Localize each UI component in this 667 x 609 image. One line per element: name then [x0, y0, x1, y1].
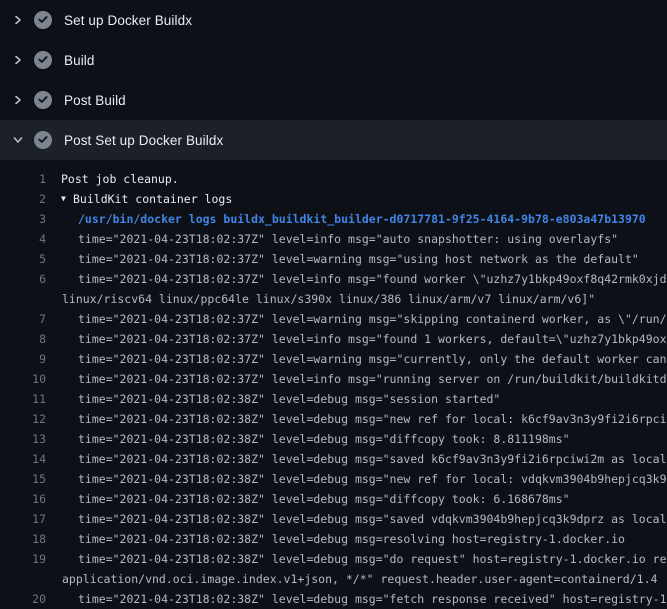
line-number[interactable]: 3	[0, 209, 46, 229]
log-row: 7 time="2021-04-23T18:02:37Z" level=warni…	[0, 309, 667, 329]
log-row: 14 time="2021-04-23T18:02:38Z" level=debu…	[0, 449, 667, 469]
log-text: linux/riscv64 linux/ppc64le linux/s390x …	[62, 289, 595, 309]
log-command-text: /usr/bin/docker logs buildx_buildkit_bui…	[78, 209, 646, 229]
line-number[interactable]: 6	[0, 269, 46, 289]
line-number[interactable]: 5	[0, 249, 46, 269]
section-row-set-up-docker-buildx[interactable]: Set up Docker Buildx	[0, 0, 667, 40]
log-row: 18 time="2021-04-23T18:02:38Z" level=debu…	[0, 529, 667, 549]
log-row: 17 time="2021-04-23T18:02:38Z" level=debu…	[0, 509, 667, 529]
section-row-build[interactable]: Build	[0, 40, 667, 80]
line-number[interactable]: 18	[0, 529, 46, 549]
line-number[interactable]: 7	[0, 309, 46, 329]
log-text: time="2021-04-23T18:02:37Z" level=warnin…	[78, 309, 667, 329]
log-text: Post job cleanup.	[61, 169, 179, 189]
line-number[interactable]: 8	[0, 329, 46, 349]
log-text: time="2021-04-23T18:02:37Z" level=info m…	[78, 229, 618, 249]
line-number[interactable]: 11	[0, 389, 46, 409]
section-label: Post Set up Docker Buildx	[64, 133, 223, 148]
log-row: 1 Post job cleanup.	[0, 169, 667, 189]
log-row: 10 time="2021-04-23T18:02:37Z" level=info…	[0, 369, 667, 389]
line-number[interactable]: 10	[0, 369, 46, 389]
log-text: time="2021-04-23T18:02:38Z" level=debug …	[78, 449, 667, 469]
log-text: time="2021-04-23T18:02:38Z" level=debug …	[78, 389, 500, 409]
log-text: time="2021-04-23T18:02:38Z" level=debug …	[78, 509, 667, 529]
log-text: time="2021-04-23T18:02:37Z" level=info m…	[78, 369, 667, 389]
line-number[interactable]: 12	[0, 409, 46, 429]
check-circle-icon	[34, 91, 52, 109]
log-text: application/vnd.oci.image.index.v1+json,…	[62, 569, 657, 589]
log-row: 4 time="2021-04-23T18:02:37Z" level=info …	[0, 229, 667, 249]
line-number[interactable]: 9	[0, 349, 46, 369]
log-row: 19 time="2021-04-23T18:02:38Z" level=debu…	[0, 549, 667, 569]
log-row: 12 time="2021-04-23T18:02:38Z" level=debu…	[0, 409, 667, 429]
line-number[interactable]: 1	[0, 169, 46, 189]
line-number[interactable]: 2	[0, 189, 46, 209]
line-number	[0, 569, 46, 589]
log-row: application/vnd.oci.image.index.v1+json,…	[0, 569, 667, 589]
line-number[interactable]: 4	[0, 229, 46, 249]
line-number[interactable]: 15	[0, 469, 46, 489]
line-number	[0, 289, 46, 309]
section-label: Set up Docker Buildx	[64, 13, 192, 28]
log-text: time="2021-04-23T18:02:38Z" level=debug …	[78, 489, 570, 509]
log-text: time="2021-04-23T18:02:37Z" level=info m…	[78, 329, 667, 349]
section-label: Build	[64, 53, 95, 68]
log-row: 5 time="2021-04-23T18:02:37Z" level=warni…	[0, 249, 667, 269]
check-circle-icon	[34, 131, 52, 149]
group-toggle-icon[interactable]: ▼	[61, 189, 73, 209]
log-row: 3/usr/bin/docker logs buildx_buildkit_bu…	[0, 209, 667, 229]
log-row: 15 time="2021-04-23T18:02:38Z" level=debu…	[0, 469, 667, 489]
log-text: time="2021-04-23T18:02:38Z" level=debug …	[78, 529, 625, 549]
section-row-post-set-up-docker-buildx[interactable]: Post Set up Docker Buildx	[0, 120, 667, 160]
log-row: 13 time="2021-04-23T18:02:38Z" level=debu…	[0, 429, 667, 449]
log-row: 11 time="2021-04-23T18:02:38Z" level=debu…	[0, 389, 667, 409]
log-text: time="2021-04-23T18:02:38Z" level=debug …	[78, 469, 667, 489]
log-text: time="2021-04-23T18:02:38Z" level=debug …	[78, 429, 570, 449]
log-row: 9 time="2021-04-23T18:02:37Z" level=warni…	[0, 349, 667, 369]
line-number[interactable]: 16	[0, 489, 46, 509]
log-row: 6 time="2021-04-23T18:02:37Z" level=info …	[0, 269, 667, 289]
line-number[interactable]: 17	[0, 509, 46, 529]
section-row-post-build[interactable]: Post Build	[0, 80, 667, 120]
chevron-right-icon	[12, 94, 24, 106]
log-text: time="2021-04-23T18:02:38Z" level=debug …	[78, 409, 667, 429]
log-text: time="2021-04-23T18:02:37Z" level=warnin…	[78, 349, 667, 369]
chevron-right-icon	[12, 54, 24, 66]
chevron-down-icon	[12, 134, 24, 146]
section-label: Post Build	[64, 93, 126, 108]
log-row: 16 time="2021-04-23T18:02:38Z" level=debu…	[0, 489, 667, 509]
log-row: 8 time="2021-04-23T18:02:37Z" level=info …	[0, 329, 667, 349]
log-group-title[interactable]: BuildKit container logs	[73, 189, 232, 209]
log-row: 2 ▼BuildKit container logs	[0, 189, 667, 209]
log-row: 20 time="2021-04-23T18:02:38Z" level=debu…	[0, 589, 667, 609]
line-number[interactable]: 19	[0, 549, 46, 569]
check-circle-icon	[34, 51, 52, 69]
log-text: time="2021-04-23T18:02:38Z" level=debug …	[78, 589, 667, 609]
log-text: time="2021-04-23T18:02:38Z" level=debug …	[78, 549, 667, 569]
log-text: time="2021-04-23T18:02:37Z" level=info m…	[78, 269, 667, 289]
line-number[interactable]: 20	[0, 589, 46, 609]
log-text: time="2021-04-23T18:02:37Z" level=warnin…	[78, 249, 639, 269]
log-container: 1 Post job cleanup. 2 ▼BuildKit container l…	[0, 160, 667, 609]
check-circle-icon	[34, 11, 52, 29]
chevron-right-icon	[12, 14, 24, 26]
log-row: linux/riscv64 linux/ppc64le linux/s390x …	[0, 289, 667, 309]
line-number[interactable]: 13	[0, 429, 46, 449]
line-number[interactable]: 14	[0, 449, 46, 469]
